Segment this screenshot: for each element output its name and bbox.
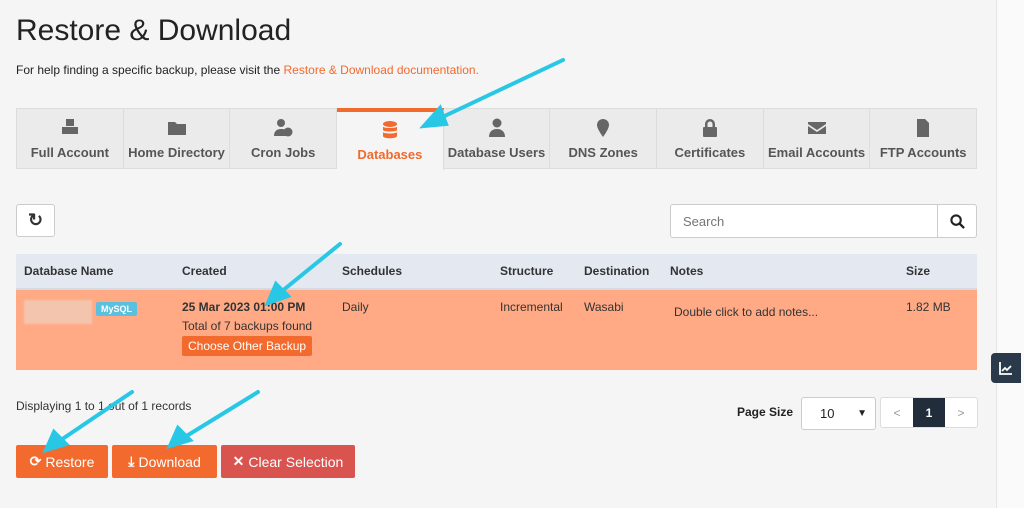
tab-home-directory[interactable]: Home Directory (124, 109, 231, 168)
stats-toggle-button[interactable] (991, 353, 1021, 383)
times-icon: ✕ (232, 453, 245, 469)
cell-size: 1.82 MB (898, 289, 977, 370)
tab-ftp-accounts[interactable]: FTP Accounts (870, 109, 976, 168)
prev-page-button[interactable]: < (881, 398, 913, 427)
tab-label: Databases (357, 147, 423, 162)
table-header: Database Name Created Schedules Structur… (16, 254, 977, 290)
sync-icon: ⟳ (29, 453, 42, 469)
redacted-database-name (24, 300, 92, 324)
search-icon (949, 213, 965, 229)
map-marker-icon (593, 118, 613, 141)
backups-table: Database Name Created Schedules Structur… (16, 254, 977, 370)
tab-certificates[interactable]: Certificates (657, 109, 764, 168)
user-clock-icon (273, 118, 293, 141)
annotation-arrowhead (166, 424, 194, 450)
tab-label: Certificates (674, 144, 746, 160)
restore-label: Restore (45, 453, 95, 470)
tab-databases[interactable]: Databases (337, 108, 444, 170)
tab-full-account[interactable]: Full Account (17, 109, 124, 168)
choose-other-backup-button[interactable]: Choose Other Backup (182, 336, 313, 356)
cell-notes[interactable]: Double click to add notes... (662, 289, 898, 370)
refresh-button[interactable]: ↻ (16, 204, 55, 237)
page-size-label: Page Size (737, 405, 794, 419)
tab-email-accounts[interactable]: Email Accounts (764, 109, 871, 168)
search-input[interactable] (671, 205, 937, 237)
mysql-badge: MySQL (96, 302, 138, 316)
clear-selection-button[interactable]: ✕ Clear Selection (221, 445, 355, 478)
tab-label: Database Users (447, 144, 546, 160)
download-label: Download (138, 453, 201, 470)
cell-structure: Incremental (492, 289, 576, 370)
tab-database-users[interactable]: Database Users (444, 109, 551, 168)
tab-dns-zones[interactable]: DNS Zones (550, 109, 658, 168)
envelope-icon (807, 118, 827, 141)
col-schedules[interactable]: Schedules (334, 254, 492, 290)
backups-count: Total of 7 backups found (182, 319, 313, 333)
cell-database-name: MySQL (16, 289, 174, 370)
tab-cron-jobs[interactable]: Cron Jobs (230, 109, 338, 168)
pagination: < 1 > (880, 397, 978, 428)
folder-icon (167, 118, 187, 141)
database-icon (380, 120, 400, 143)
col-created[interactable]: Created (174, 254, 334, 290)
cell-created: 25 Mar 2023 01:00 PM Total of 7 backups f… (174, 289, 334, 370)
col-size[interactable]: Size (898, 254, 977, 290)
col-destination[interactable]: Destination (576, 254, 662, 290)
cubes-icon (60, 118, 80, 141)
lock-icon (700, 118, 720, 141)
page-size-value: 10 (820, 406, 835, 421)
download-button[interactable]: ⤓ Download (112, 445, 217, 478)
table-row[interactable]: MySQL 25 Mar 2023 01:00 PM Total of 7 bac… (16, 289, 977, 370)
tab-label: DNS Zones (568, 144, 638, 160)
user-tie-icon (487, 118, 507, 141)
backup-type-tabs: Full Account Home Directory Cron Jobs Da… (16, 108, 977, 170)
tab-label: Full Account (30, 144, 109, 160)
page-size-select[interactable]: 10 ▼ (801, 397, 876, 430)
cell-schedule: Daily (334, 289, 492, 370)
tab-label: FTP Accounts (879, 144, 967, 160)
cell-destination: Wasabi (576, 289, 662, 370)
page-1-button[interactable]: 1 (913, 398, 945, 427)
download-icon: ⤓ (128, 453, 135, 469)
tab-label: Home Directory (128, 144, 225, 160)
annotation-arrow (178, 390, 260, 442)
help-text: For help finding a specific backup, plea… (16, 63, 479, 77)
next-page-button[interactable]: > (945, 398, 977, 427)
search-box (670, 204, 977, 238)
created-date: 25 Mar 2023 01:00 PM (182, 300, 306, 314)
tab-label: Cron Jobs (251, 144, 316, 160)
chart-line-icon (999, 362, 1012, 375)
page-edge (996, 0, 1024, 508)
page-title: Restore & Download (16, 14, 292, 47)
refresh-icon: ↻ (27, 210, 44, 230)
search-button[interactable] (937, 205, 976, 237)
restore-button[interactable]: ⟳ Restore (16, 445, 108, 478)
file-icon (913, 118, 933, 141)
clear-label: Clear Selection (248, 453, 344, 470)
documentation-link[interactable]: Restore & Download documentation. (283, 63, 478, 77)
records-info: Displaying 1 to 1 out of 1 records (16, 399, 192, 413)
col-structure[interactable]: Structure (492, 254, 576, 290)
tab-label: Email Accounts (768, 144, 866, 160)
help-prefix: For help finding a specific backup, plea… (16, 63, 284, 77)
col-database-name[interactable]: Database Name (16, 254, 174, 290)
col-notes[interactable]: Notes (662, 254, 898, 290)
chevron-down-icon: ▼ (857, 408, 867, 419)
